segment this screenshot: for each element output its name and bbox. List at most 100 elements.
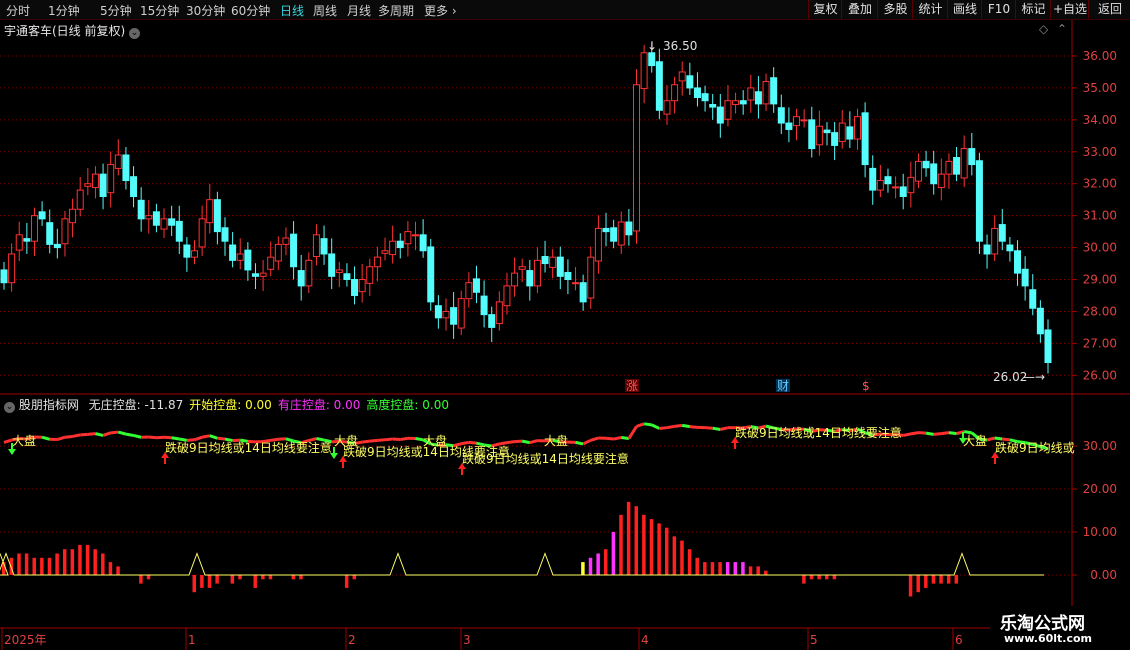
period-tab-2[interactable]: 5分钟 — [100, 2, 132, 19]
control-line-segment — [521, 439, 531, 445]
event-mark-0: 涨 — [626, 378, 638, 393]
period-tab-8[interactable]: 月线 — [347, 2, 371, 19]
candle-body — [953, 157, 961, 175]
toolbar-button-6[interactable]: 标记 — [1015, 0, 1051, 19]
candle-body — [267, 256, 275, 270]
candle-body — [975, 160, 983, 242]
candle-body — [305, 259, 313, 287]
period-tab-4[interactable]: 30分钟 — [186, 2, 225, 19]
watermark-title: 乐淘公式网 — [1000, 614, 1085, 634]
ind-axis-label: 10.00 — [1083, 525, 1117, 539]
control-line-segment — [209, 434, 218, 440]
histogram-bar — [581, 562, 585, 575]
candle-body — [46, 222, 54, 245]
candle-body — [84, 183, 92, 187]
toolbar-button-5[interactable]: F10 — [981, 0, 1016, 19]
chevron-down-icon[interactable]: ⌄ — [4, 402, 15, 413]
histogram-bar — [261, 575, 265, 580]
candle-body — [663, 100, 671, 115]
big-label-0: 大盘 — [12, 433, 36, 448]
period-tab-7[interactable]: 周线 — [313, 2, 337, 19]
histogram-bar — [710, 562, 715, 575]
control-line-segment — [415, 437, 424, 442]
date-label-3: 3 — [463, 633, 471, 647]
chevron-down-icon[interactable]: ⌄ — [129, 28, 141, 39]
candle-body — [777, 107, 785, 124]
toolbar-button-7[interactable]: +自选 — [1050, 0, 1089, 19]
histogram-bar — [230, 575, 235, 584]
control-line-segment — [369, 438, 378, 443]
control-line-segment — [902, 432, 912, 437]
kline-chart[interactable]: 36.0035.0034.0033.0032.0031.0030.0029.00… — [0, 20, 1130, 650]
toolbar-button-4[interactable]: 画线 — [947, 0, 982, 19]
toolbar-button-3[interactable]: 统计 — [912, 0, 948, 19]
control-line-segment — [110, 430, 119, 435]
histogram-bar — [825, 575, 829, 580]
warn-label-short: 跌破9日均线或 — [995, 440, 1075, 455]
warn-label-3: 跌破9日均线或14日均线要注意 — [735, 425, 902, 440]
histogram-bar — [32, 557, 36, 575]
toolbar-button-1[interactable]: 叠加 — [841, 0, 878, 19]
toolbar-button-2[interactable]: 多股 — [877, 0, 913, 19]
price-axis-label: 34.00 — [1083, 113, 1117, 127]
candle-body — [503, 285, 511, 307]
period-tab-1[interactable]: 1分钟 — [48, 2, 80, 19]
high-marker-arrow: ↓ — [647, 39, 657, 53]
price-axis-label: 32.00 — [1083, 177, 1117, 191]
candle-body — [709, 104, 717, 108]
candle-body — [907, 176, 915, 194]
candle-body — [290, 233, 298, 268]
candle-body — [1014, 250, 1022, 274]
period-tab-0[interactable]: 分时 — [6, 2, 30, 19]
control-line-segment — [377, 438, 386, 442]
candle-body — [495, 301, 503, 325]
candle-body — [53, 243, 61, 249]
candle-body — [617, 221, 625, 246]
candle-body — [373, 256, 381, 268]
date-label-6: 6 — [955, 633, 963, 647]
zero-line — [0, 552, 1044, 576]
big-label-3: 大盘 — [544, 433, 568, 448]
histogram-bar — [24, 553, 29, 575]
candle-body — [76, 189, 84, 210]
histogram-bar — [17, 553, 21, 575]
histogram-bar — [268, 575, 273, 580]
candle-body — [655, 61, 663, 111]
toolbar-button-0[interactable]: 复权 — [808, 0, 842, 19]
candle-body — [191, 250, 199, 258]
settings-icon[interactable]: ⌃ — [1057, 22, 1067, 36]
price-axis-label: 36.00 — [1083, 49, 1117, 63]
candle-body — [770, 77, 778, 105]
toolbar-button-8[interactable]: 返回 — [1088, 0, 1130, 19]
control-line-segment — [400, 436, 409, 442]
histogram-bar — [672, 536, 677, 575]
period-tab-5[interactable]: 60分钟 — [231, 2, 270, 19]
candle-body — [556, 256, 564, 277]
candle-body — [145, 215, 153, 220]
control-line-segment — [681, 423, 691, 429]
date-label-2: 2 — [348, 633, 356, 647]
candle-body — [930, 163, 938, 185]
histogram-bar — [924, 575, 928, 588]
control-line-segment — [133, 433, 142, 439]
diamond-icon[interactable]: ◇ — [1039, 22, 1048, 36]
candle-body — [914, 160, 922, 182]
candle-body — [815, 125, 823, 146]
candle-body — [549, 256, 557, 268]
candle-body — [328, 253, 336, 277]
control-line-segment — [80, 432, 88, 437]
period-tab-3[interactable]: 15分钟 — [140, 2, 179, 19]
candle-body — [221, 227, 229, 242]
control-line-segment — [56, 435, 66, 441]
histogram-bar — [634, 506, 638, 575]
candle-body — [465, 282, 473, 300]
control-line-segment — [102, 431, 112, 437]
histogram-bar — [101, 553, 105, 575]
period-tab-9[interactable]: 多周期 — [378, 2, 414, 19]
control-line-segment — [499, 441, 508, 446]
period-tab-10[interactable]: 更多 › — [424, 2, 457, 19]
period-tab-6[interactable]: 日线 — [280, 2, 304, 19]
histogram-bar — [139, 575, 143, 584]
histogram-bar — [626, 501, 631, 575]
histogram-bar — [192, 575, 197, 593]
